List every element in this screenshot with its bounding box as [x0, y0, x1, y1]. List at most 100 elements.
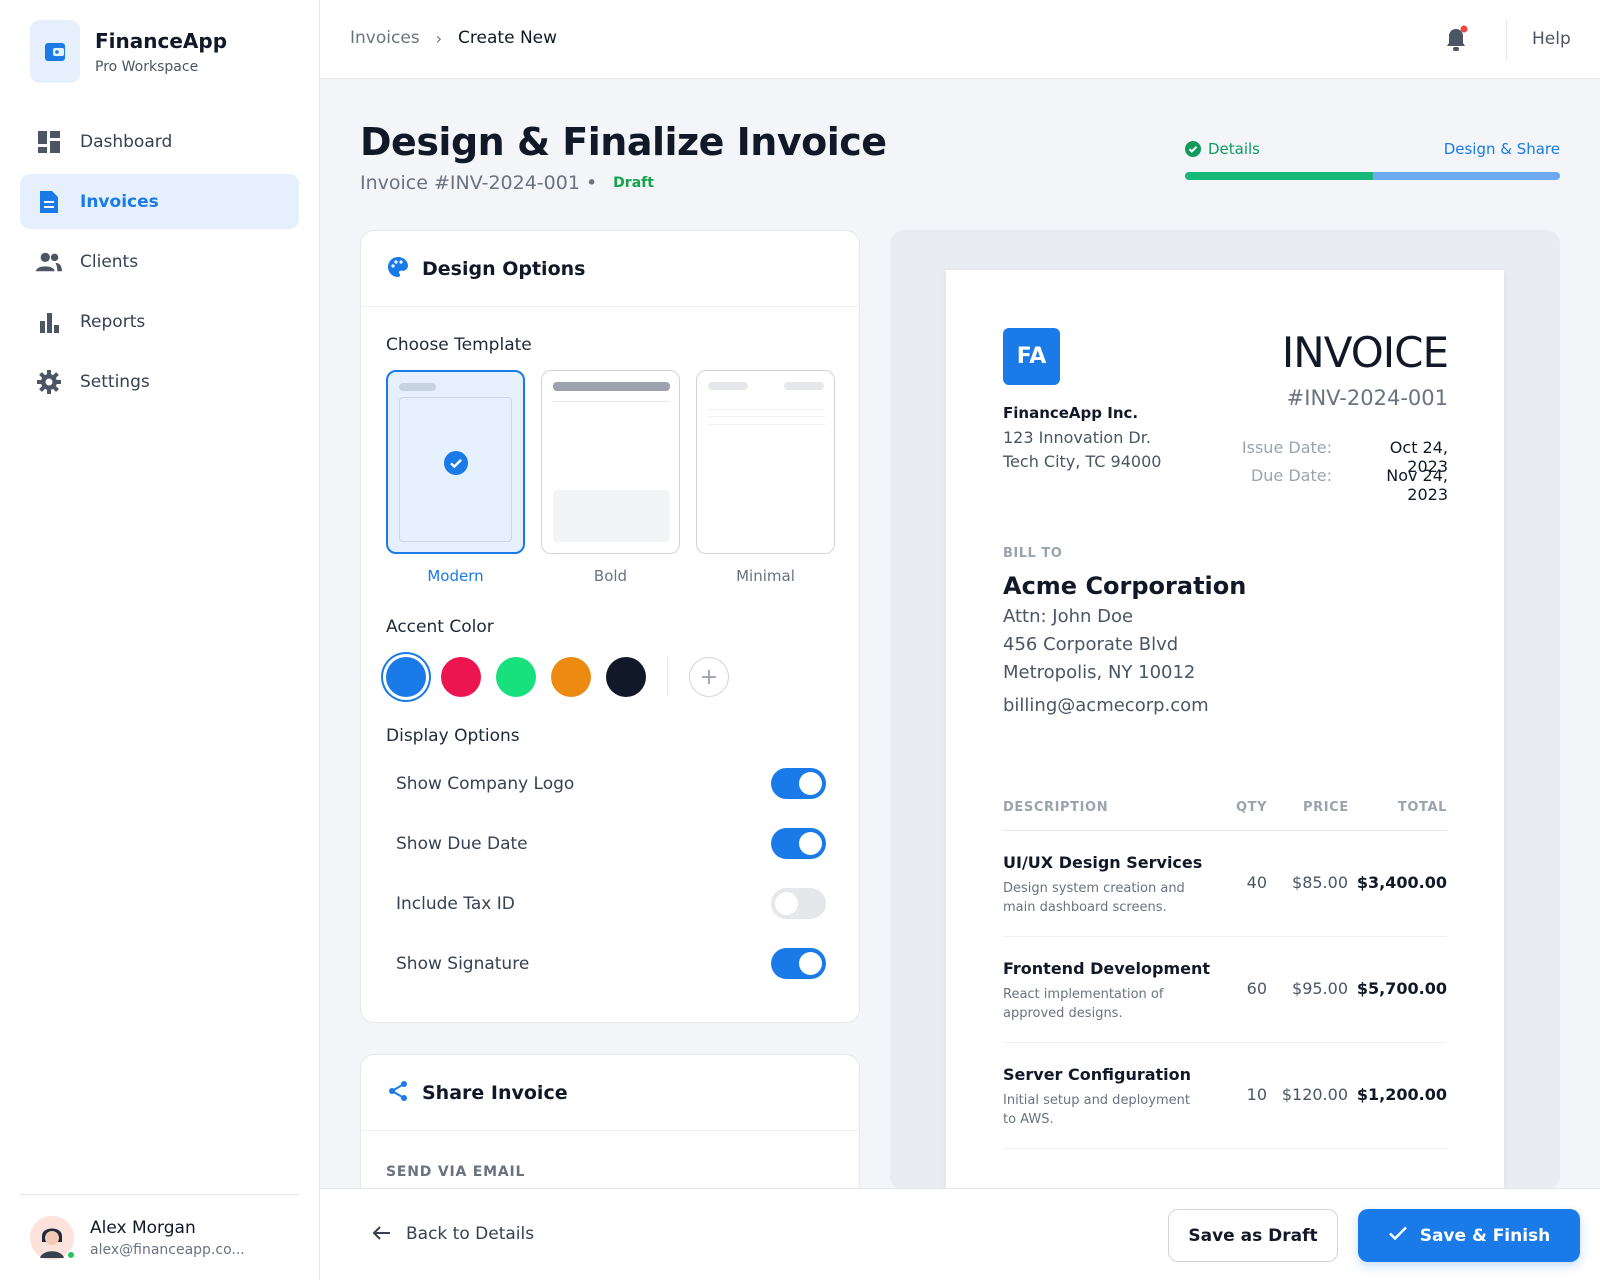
- option-show-due-date: Show Due Date: [396, 828, 826, 859]
- step-design-share[interactable]: Design & Share: [1444, 140, 1560, 158]
- bill-to-name: Acme Corporation: [1003, 572, 1247, 600]
- item-qty: 40: [1246, 873, 1267, 892]
- check-circle-icon: [1185, 141, 1201, 157]
- wallet-icon: [30, 20, 80, 83]
- item-title: Frontend Development: [1003, 959, 1210, 978]
- check-icon: [1388, 1225, 1408, 1246]
- design-options-card: Design Options Choose Template Modern Bo…: [360, 230, 860, 1023]
- option-show-company-logo: Show Company Logo: [396, 768, 826, 799]
- due-date-value: Nov 24, 2023: [1386, 466, 1448, 504]
- template-minimal[interactable]: [696, 370, 835, 554]
- add-color-button[interactable]: +: [689, 657, 729, 697]
- step-details-label: Details: [1208, 140, 1261, 158]
- toggle-show-due-date[interactable]: [771, 828, 826, 859]
- top-header: Invoices › Create New Help: [320, 0, 1600, 79]
- save-and-finish-label: Save & Finish: [1419, 1225, 1551, 1246]
- accent-color-dark[interactable]: [606, 657, 646, 697]
- help-link[interactable]: Help: [1532, 29, 1571, 49]
- template-minimal-label: Minimal: [736, 567, 795, 585]
- accent-color-orange[interactable]: [551, 657, 591, 697]
- user-name: Alex Morgan: [90, 1217, 196, 1238]
- accent-color-blue[interactable]: [386, 657, 426, 697]
- arrow-left-icon: [372, 1222, 392, 1246]
- bill-to-address1: 456 Corporate Blvd: [1003, 634, 1179, 655]
- item-qty: 60: [1246, 979, 1267, 998]
- check-circle-icon: [444, 451, 468, 475]
- sidebar-item-settings[interactable]: Settings: [20, 354, 299, 409]
- back-to-details-button[interactable]: Back to Details: [372, 1222, 534, 1246]
- item-price: $120.00: [1281, 1085, 1348, 1104]
- users-icon: [36, 249, 62, 275]
- bar-chart-icon: [36, 309, 62, 335]
- back-to-details-label: Back to Details: [406, 1224, 535, 1244]
- template-modern[interactable]: [386, 370, 525, 554]
- option-label: Show Company Logo: [396, 773, 575, 794]
- bell-icon[interactable]: [1442, 24, 1470, 54]
- from-address-line1: 123 Innovation Dr.: [1003, 428, 1151, 447]
- item-price: $85.00: [1292, 873, 1348, 892]
- sidebar-item-dashboard[interactable]: Dashboard: [20, 114, 299, 169]
- document-icon: [36, 189, 62, 215]
- option-label: Show Due Date: [396, 833, 528, 854]
- due-date-row: Due Date: Nov 24, 2023: [1232, 466, 1448, 504]
- avatar: [30, 1215, 76, 1260]
- status-badge: Draft: [613, 175, 654, 191]
- plus-icon: +: [699, 664, 719, 690]
- user-profile[interactable]: Alex Morgan alex@financeapp.co...: [20, 1194, 299, 1280]
- accent-color-green[interactable]: [496, 657, 536, 697]
- template-bold[interactable]: [541, 370, 680, 554]
- progress-bar-fill: [1185, 172, 1373, 180]
- item-description: React implementation of approved designs…: [1003, 987, 1164, 1021]
- design-options-title: Design Options: [422, 257, 586, 280]
- step-details[interactable]: Details: [1185, 140, 1260, 158]
- sidebar-item-clients[interactable]: Clients: [20, 234, 299, 289]
- table-row: Server Configuration Initial setup and d…: [1003, 1043, 1447, 1149]
- item-total: $5,700.00: [1356, 979, 1447, 998]
- share-invoice-title: Share Invoice: [422, 1081, 568, 1104]
- display-options-label: Display Options: [386, 726, 520, 746]
- column-header-qty: QTY: [1236, 800, 1268, 815]
- item-total: $3,400.00: [1356, 873, 1447, 892]
- app-name: FinanceApp: [95, 28, 228, 53]
- toggle-show-signature[interactable]: [771, 948, 826, 979]
- item-description: Initial setup and deployment to AWS.: [1003, 1093, 1190, 1127]
- sidebar-item-reports[interactable]: Reports: [20, 294, 299, 349]
- save-and-finish-button[interactable]: Save & Finish: [1358, 1209, 1580, 1262]
- bill-to-address2: Metropolis, NY 10012: [1003, 662, 1196, 683]
- toggle-show-company-logo[interactable]: [771, 768, 826, 799]
- item-title: UI/UX Design Services: [1003, 853, 1203, 872]
- sidebar-item-label: Reports: [80, 311, 146, 332]
- invoice-heading: INVOICE: [1281, 328, 1449, 377]
- breadcrumb-invoices-link[interactable]: Invoices: [350, 28, 420, 48]
- bill-to-attn: Attn: John Doe: [1003, 606, 1134, 627]
- template-bold-label: Bold: [593, 567, 628, 585]
- online-status-dot: [66, 1249, 76, 1260]
- brand[interactable]: FinanceApp Pro Workspace: [30, 20, 227, 83]
- send-via-email-label: SEND VIA EMAIL: [386, 1164, 526, 1180]
- column-header-description: DESCRIPTION: [1003, 800, 1109, 815]
- progress-stepper: Details Design & Share: [1185, 140, 1560, 180]
- choose-template-label: Choose Template: [386, 335, 532, 355]
- column-header-total: TOTAL: [1397, 800, 1447, 815]
- sidebar-item-invoices[interactable]: Invoices: [20, 174, 299, 229]
- breadcrumb-current: Create New: [458, 28, 558, 48]
- invoice-preview: FA FinanceApp Inc. 123 Innovation Dr. Te…: [890, 230, 1560, 1190]
- item-title: Server Configuration: [1003, 1065, 1192, 1084]
- company-logo: FA: [1003, 328, 1060, 385]
- option-label: Show Signature: [396, 953, 530, 974]
- sidebar-item-label: Clients: [80, 251, 139, 272]
- accent-color-red[interactable]: [441, 657, 481, 697]
- save-as-draft-button[interactable]: Save as Draft: [1168, 1209, 1338, 1262]
- gear-icon: [36, 369, 62, 395]
- item-description: Design system creation and main dashboar…: [1003, 881, 1185, 915]
- user-email: alex@financeapp.co...: [90, 1241, 245, 1258]
- share-icon: [386, 1079, 410, 1107]
- dashboard-icon: [36, 129, 62, 155]
- sidebar-item-label: Invoices: [80, 191, 159, 212]
- option-include-tax-id: Include Tax ID: [396, 888, 826, 919]
- toggle-include-tax-id[interactable]: [771, 888, 826, 919]
- sidebar-item-label: Dashboard: [80, 131, 173, 152]
- sidebar: FinanceApp Pro Workspace Dashboard Invoi…: [0, 0, 320, 1280]
- invoice-paper: FA FinanceApp Inc. 123 Innovation Dr. Te…: [946, 270, 1504, 1190]
- option-show-signature: Show Signature: [396, 948, 826, 979]
